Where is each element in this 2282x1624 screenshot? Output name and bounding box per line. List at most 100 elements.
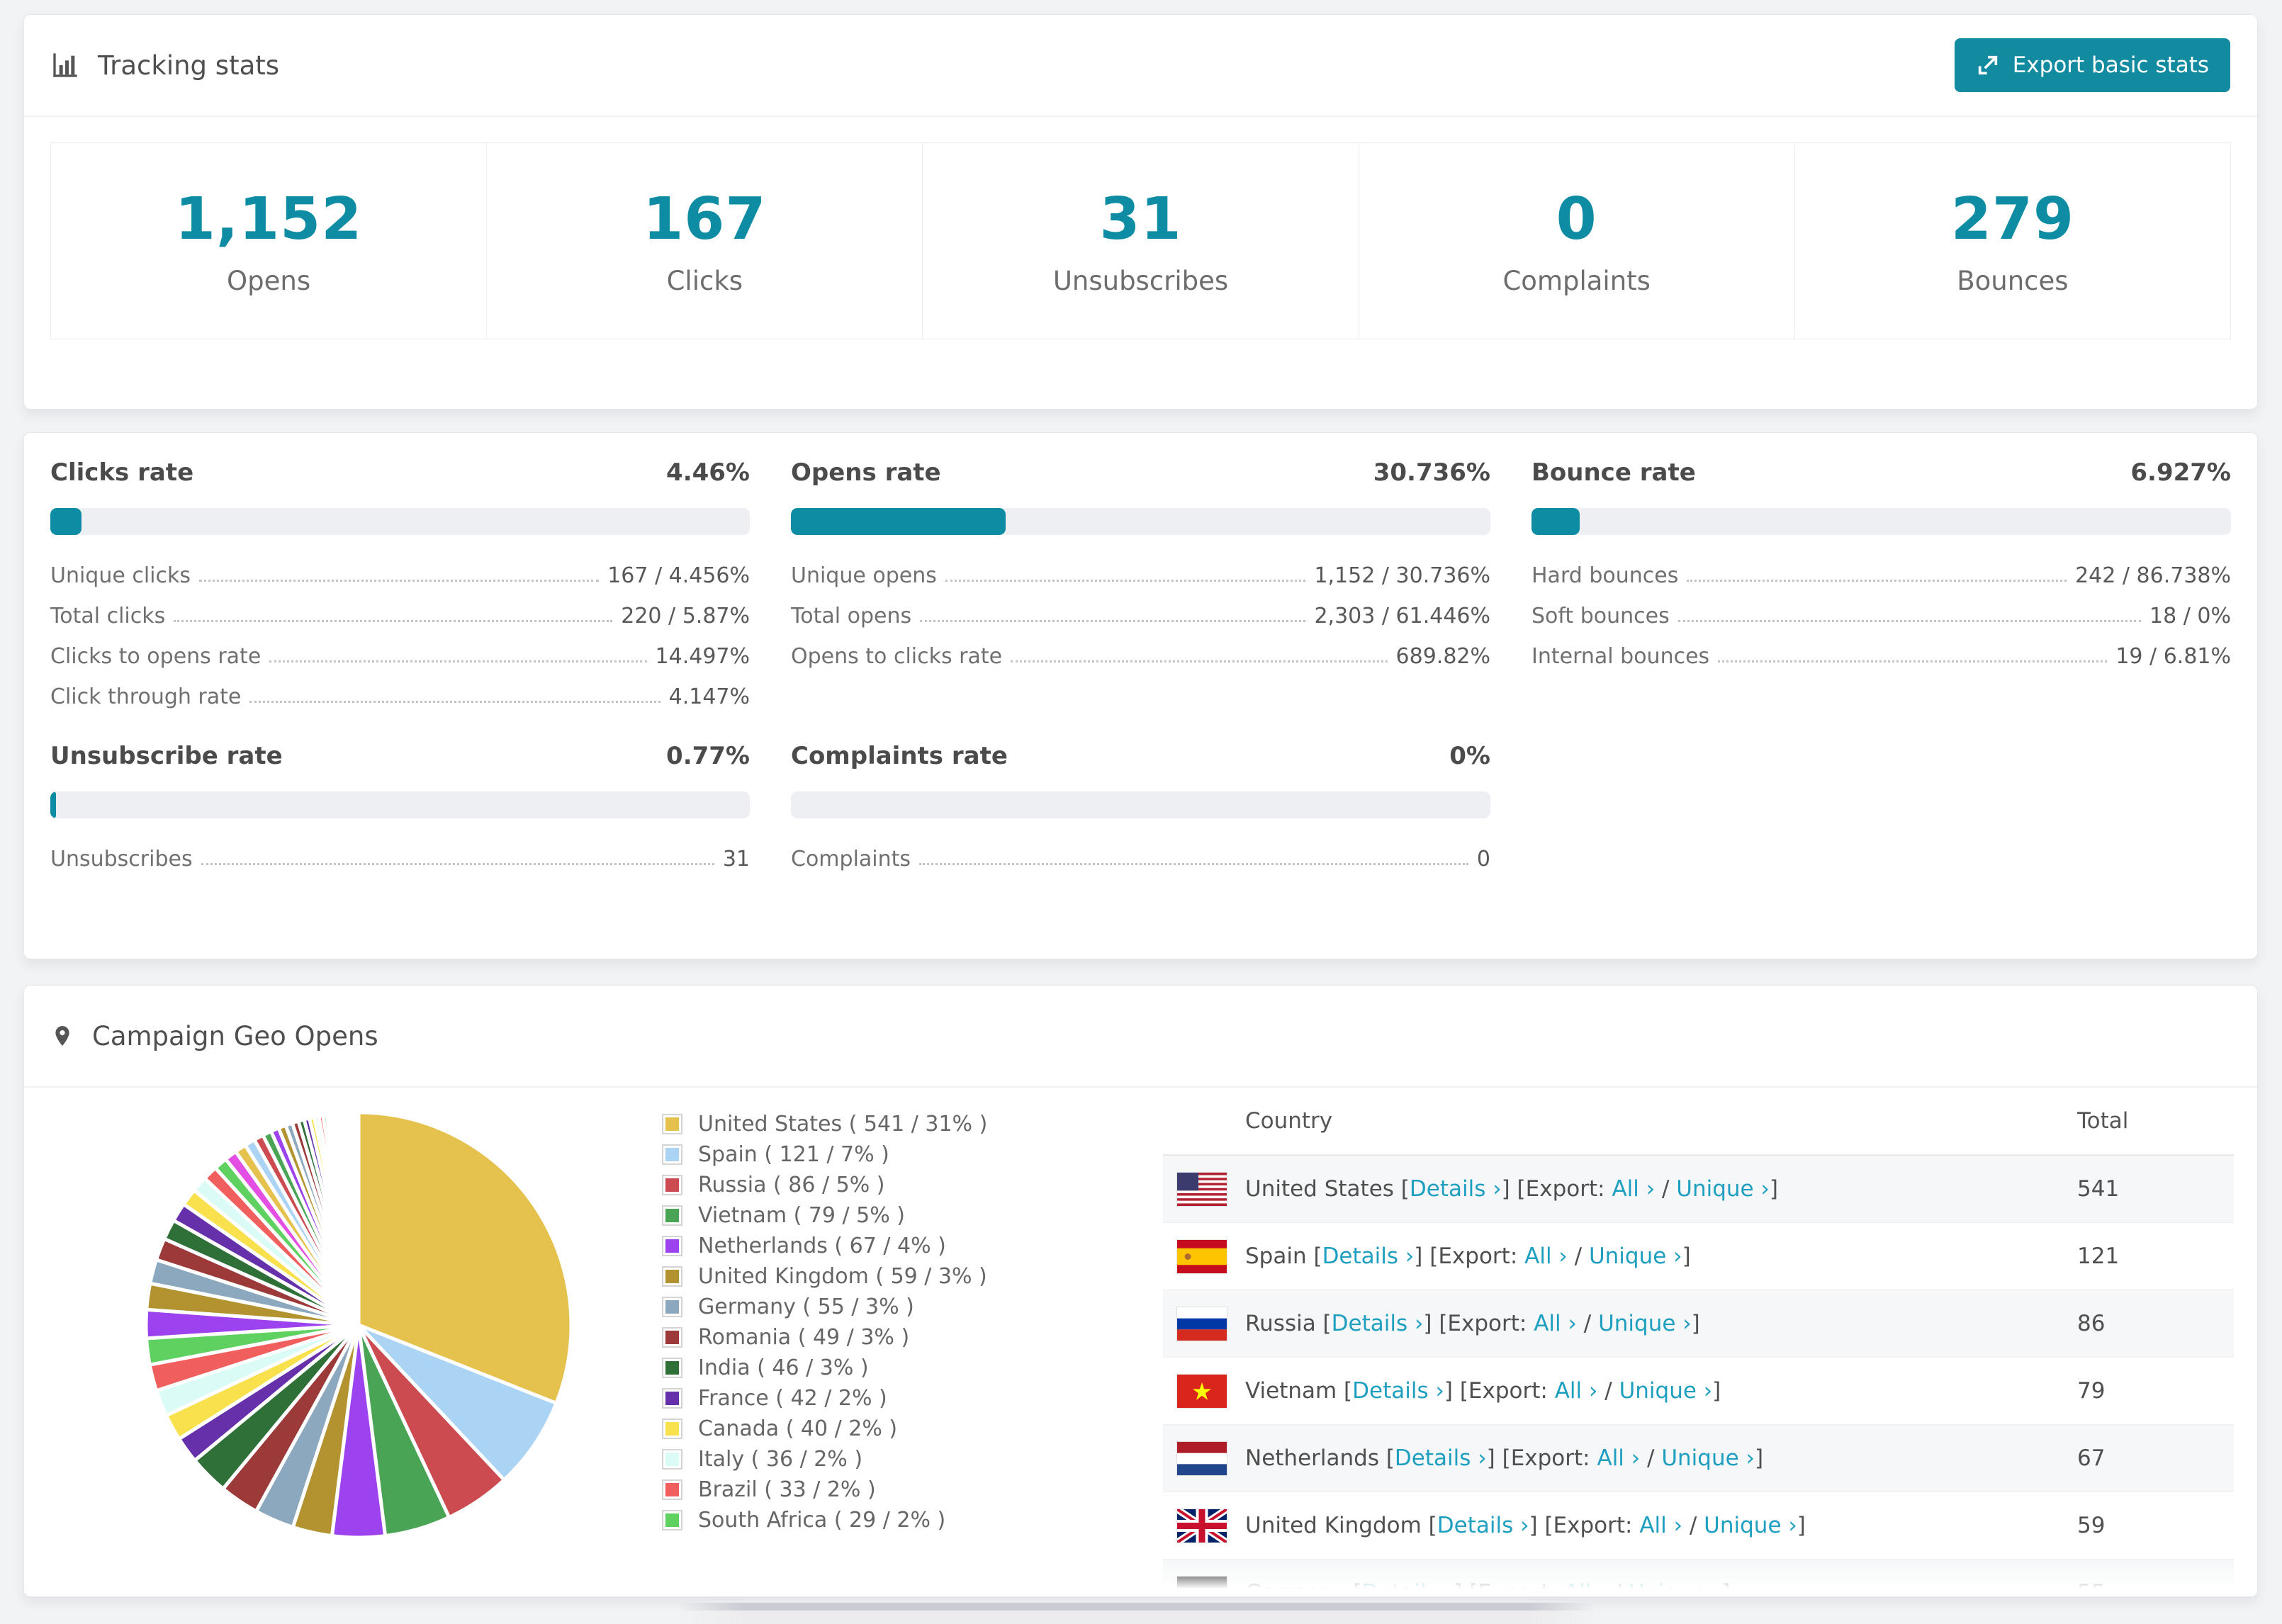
export-button-label: Export basic stats — [2012, 52, 2209, 78]
legend-item-netherlands: Netherlands ( 67 / 4% ) — [662, 1231, 987, 1261]
stat-box-opens: 1,152 Opens — [50, 142, 488, 339]
legend-item-vietnam: Vietnam ( 79 / 5% ) — [662, 1200, 987, 1231]
legend-label: United Kingdom ( 59 / 3% ) — [698, 1264, 987, 1289]
legend-swatch-color — [665, 1483, 679, 1496]
legend-label: Spain ( 121 / 7% ) — [698, 1142, 889, 1167]
legend-item-germany: Germany ( 55 / 3% ) — [662, 1292, 987, 1322]
flag-es-icon — [1177, 1239, 1227, 1273]
legend-label: France ( 42 / 2% ) — [698, 1386, 887, 1411]
pie-svg — [144, 1110, 573, 1540]
legend-label: South Africa ( 29 / 2% ) — [698, 1508, 946, 1533]
rate-row: Soft bounces 18 / 0% — [1531, 591, 2231, 631]
legend-swatch-color — [665, 1148, 679, 1161]
stat-value: 279 — [1950, 186, 2074, 253]
rate-row-label: Internal bounces — [1531, 644, 1710, 669]
details-link[interactable]: Details › — [1352, 1378, 1444, 1404]
table-row-ru: Russia [Details ›] [Export: All › / Uniq… — [1163, 1290, 2234, 1358]
rates-card: Clicks rate 4.46% Unique clicks 167 / 4.456… — [23, 432, 2258, 959]
export-all-link[interactable]: All › — [1639, 1513, 1682, 1538]
legend-item-romania: Romania ( 49 / 3% ) — [662, 1322, 987, 1353]
rate-row: Total clicks 220 / 5.87% — [50, 591, 750, 631]
export-all-link[interactable]: All › — [1524, 1244, 1568, 1269]
rates-grid: Clicks rate 4.46% Unique clicks 167 / 4.456… — [24, 433, 2257, 874]
export-all-link[interactable]: All › — [1612, 1176, 1655, 1202]
rate-progress-fill — [50, 791, 56, 818]
total-cell: 67 — [2077, 1445, 2106, 1471]
details-link[interactable]: Details › — [1322, 1244, 1415, 1269]
geo-body: United States ( 541 / 31% ) Spain ( 121 /… — [24, 1088, 2257, 1596]
details-link[interactable]: Details › — [1395, 1445, 1487, 1471]
campaign-geo-opens-card: Campaign Geo Opens United States ( 541 /… — [23, 985, 2258, 1597]
rate-progress-fill — [791, 508, 1006, 535]
details-link[interactable]: Details › — [1361, 1580, 1454, 1596]
dotted-leader — [920, 620, 1306, 622]
stat-label: Opens — [227, 266, 311, 296]
rate-title: Opens rate — [791, 458, 941, 487]
total-cell: 541 — [2077, 1176, 2120, 1202]
export-unique-link[interactable]: Unique › — [1598, 1311, 1692, 1336]
legend-label: Canada ( 40 / 2% ) — [698, 1416, 898, 1441]
flag-ru-icon — [1177, 1307, 1227, 1341]
pie-slice-53 — [355, 1110, 361, 1327]
export-all-link[interactable]: All › — [1564, 1580, 1607, 1596]
rate-block-clicks-rate: Clicks rate 4.46% Unique clicks 167 / 4.456… — [50, 458, 750, 712]
country-cell: Germany [Details ›] [Export: All › / Uni… — [1245, 1580, 1731, 1596]
export-unique-link[interactable]: Unique › — [1589, 1244, 1682, 1269]
details-link[interactable]: Details › — [1437, 1513, 1529, 1538]
legend-swatch-color — [665, 1331, 679, 1344]
export-unique-link[interactable]: Unique › — [1629, 1580, 1722, 1596]
legend-item-canada: Canada ( 40 / 2% ) — [662, 1414, 987, 1444]
tracking-stats-header: Tracking stats Export basic stats — [24, 15, 2257, 117]
rate-row: Total opens 2,303 / 61.446% — [791, 591, 1490, 631]
rate-row: Internal bounces 19 / 6.81% — [1531, 631, 2231, 672]
total-cell: 55 — [2077, 1580, 2106, 1597]
stat-value: 167 — [643, 186, 767, 253]
dotted-leader — [1677, 620, 2142, 622]
legend-swatch-color — [665, 1513, 679, 1527]
rate-head: Unsubscribe rate 0.77% — [50, 742, 750, 770]
legend-swatch — [662, 1205, 682, 1226]
rate-progress-track — [1531, 508, 2231, 535]
export-all-link[interactable]: All › — [1534, 1311, 1577, 1336]
dotted-leader — [199, 580, 600, 582]
stat-value: 1,152 — [174, 186, 363, 253]
export-unique-link[interactable]: Unique › — [1661, 1445, 1755, 1471]
country-cell: United Kingdom [Details ›] [Export: All … — [1245, 1513, 1806, 1538]
rate-value: 30.736% — [1373, 458, 1490, 487]
tracking-stats-title-group: Tracking stats — [51, 50, 279, 81]
bar-chart-icon — [53, 53, 77, 77]
rate-row-label: Soft bounces — [1531, 604, 1670, 628]
rate-row: Hard bounces 242 / 86.738% — [1531, 551, 2231, 591]
country-cell: Russia [Details ›] [Export: All › / Uniq… — [1245, 1311, 1700, 1336]
country-cell: United States [Details ›] [Export: All ›… — [1245, 1176, 1778, 1202]
dotted-leader — [269, 660, 647, 662]
export-all-link[interactable]: All › — [1597, 1445, 1640, 1471]
rate-row-value: 18 / 0% — [2149, 604, 2231, 628]
stats-row: 1,152 Opens 167 Clicks 31 Unsubscribes 0 Compla… — [50, 142, 2232, 339]
legend-item-spain: Spain ( 121 / 7% ) — [662, 1139, 987, 1170]
legend-label: Romania ( 49 / 3% ) — [698, 1325, 910, 1350]
export-icon — [1978, 55, 1997, 75]
details-link[interactable]: Details › — [1332, 1311, 1424, 1336]
rate-title: Bounce rate — [1531, 458, 1696, 487]
dotted-leader — [945, 580, 1306, 582]
legend-swatch-color — [665, 1422, 679, 1436]
rate-row: Click through rate 4.147% — [50, 672, 750, 712]
export-unique-link[interactable]: Unique › — [1676, 1176, 1770, 1202]
rate-title: Clicks rate — [50, 458, 194, 487]
legend-swatch-color — [665, 1270, 679, 1283]
total-cell: 121 — [2077, 1244, 2120, 1269]
rate-block-complaints-rate: Complaints rate 0% Complaints 0 — [791, 742, 1490, 874]
export-all-link[interactable]: All › — [1555, 1378, 1598, 1404]
horizontal-scrollbar[interactable] — [679, 1603, 1595, 1624]
legend-label: Netherlands ( 67 / 4% ) — [698, 1234, 946, 1258]
total-cell: 59 — [2077, 1513, 2106, 1538]
legend-label: Vietnam ( 79 / 5% ) — [698, 1203, 906, 1228]
details-link[interactable]: Details › — [1410, 1176, 1502, 1202]
legend-swatch — [662, 1114, 682, 1134]
export-unique-link[interactable]: Unique › — [1619, 1378, 1713, 1404]
geo-title: Campaign Geo Opens — [92, 1020, 378, 1051]
export-basic-stats-button[interactable]: Export basic stats — [1954, 38, 2230, 92]
export-unique-link[interactable]: Unique › — [1704, 1513, 1797, 1538]
rate-row-label: Unsubscribes — [50, 847, 193, 872]
